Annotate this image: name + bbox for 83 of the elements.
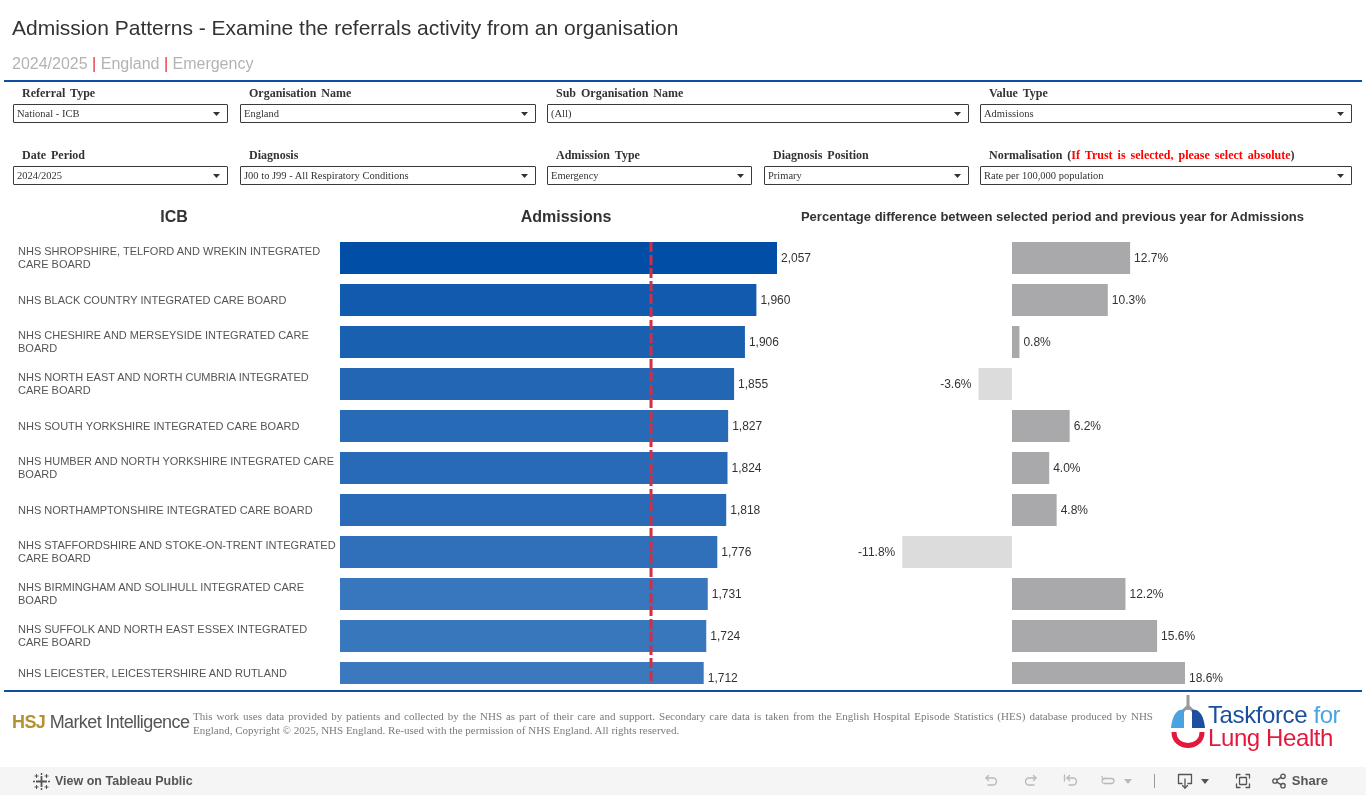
download-icon <box>1176 773 1193 789</box>
share-button[interactable]: Share <box>1262 768 1336 794</box>
value-label: 15.6% <box>1161 629 1196 643</box>
share-icon <box>1270 773 1287 789</box>
bar <box>1012 410 1070 442</box>
bar <box>1012 326 1020 358</box>
caret-icon <box>213 173 220 178</box>
filter-label: Referral Type <box>22 86 96 100</box>
column-header: ICB <box>160 207 188 227</box>
row-label: NHS BLACK COUNTRY INTEGRATED CARE BOARD <box>18 293 287 307</box>
revert-icon <box>1061 773 1078 789</box>
value-label: 1,776 <box>721 545 752 559</box>
value-label: -11.8% <box>858 545 896 559</box>
bar <box>1012 452 1050 484</box>
caret-icon <box>1123 778 1132 784</box>
row-label: NHS LEICESTER, LEICESTERSHIRE AND RUTLAND <box>18 666 287 680</box>
dropdown[interactable]: 2024/2025 <box>13 166 228 185</box>
filter-label: Diagnosis <box>249 148 299 162</box>
disclaimer-text: This work uses data provided by patients and collected by the NHS as part of their care and support. Secondary care data is taken from the English Hospital Episode Statistics (HES) database produced by NHS England, Copyright © 2025, NHS England. Re-used with the permission of NHS England. All rights reserved. <box>193 709 1153 737</box>
filter-label: Admission Type <box>556 148 640 162</box>
filter-label: Normalisation (If Trust is selected, please select absolute) <box>989 148 1295 162</box>
page-title: Admission Patterns - Examine the referrals activity from an organisation <box>12 16 679 40</box>
dropdown[interactable]: Primary <box>764 166 969 185</box>
plus-cluster-icon <box>33 772 50 790</box>
value-label: 1,712 <box>707 671 738 685</box>
row-label: NHS HUMBER AND NORTH YORKSHIRE INTEGRATED CARE BOARD <box>18 455 335 481</box>
value-label: 12.7% <box>1134 251 1169 265</box>
caret-icon <box>521 111 528 116</box>
filter-label: Value Type <box>989 86 1048 100</box>
dropdown[interactable]: National - ICB <box>13 104 228 123</box>
dropdown[interactable]: Emergency <box>547 166 752 185</box>
row-label: NHS SOUTH YORKSHIRE INTEGRATED CARE BOARD <box>18 419 300 433</box>
caret-icon <box>1337 111 1344 116</box>
value-label: 1,731 <box>711 587 742 601</box>
bar <box>1012 494 1057 526</box>
row-label: NHS NORTH EAST AND NORTH CUMBRIA INTEGRATED CARE BOARD <box>18 371 310 397</box>
fullscreen-icon <box>1234 773 1251 789</box>
value-label: 0.8% <box>1023 335 1051 349</box>
value-label: -3.6% <box>940 377 972 391</box>
caret-icon <box>954 173 961 178</box>
value-label: 1,827 <box>732 419 763 433</box>
row-label: NHS NORTHAMPTONSHIRE INTEGRATED CARE BOARD <box>18 503 313 517</box>
value-label: 1,818 <box>730 503 761 517</box>
dropdown[interactable]: England <box>240 104 536 123</box>
dropdown[interactable]: (All) <box>547 104 969 123</box>
view-link[interactable]: View on Tableau Public <box>33 771 193 791</box>
filter-label: Sub Organisation Name <box>556 86 684 100</box>
row-label: NHS CHESHIRE AND MERSEYSIDE INTEGRATED CARE BOARD <box>18 329 310 355</box>
publisher-logo: HSJ Market Intelligence <box>12 711 190 733</box>
row-label: NHS BIRMINGHAM AND SOLIHULL INTEGRATED CARE BOARD <box>18 581 306 607</box>
chart-title: Admissions <box>520 207 612 227</box>
value-label: 1,855 <box>738 377 769 391</box>
partner-logo-text: Taskforce for Lung Health <box>1208 703 1342 749</box>
dropdown[interactable]: Admissions <box>980 104 1352 123</box>
row-label: NHS SUFFOLK AND NORTH EAST ESSEX INTEGRATED CARE BOARD <box>18 623 309 649</box>
caret-icon <box>1337 173 1344 178</box>
filter-summary: 2024/2025 | England | Emergency <box>12 54 254 74</box>
value-label: 1,824 <box>731 461 762 475</box>
value-label: 4.8% <box>1060 503 1088 517</box>
caret-icon <box>1200 778 1209 784</box>
filter-label: Organisation Name <box>249 86 352 100</box>
value-label: 6.2% <box>1073 419 1101 433</box>
row-label: NHS SHROPSHIRE, TELFORD AND WREKIN INTEGRATED CARE BOARD <box>18 245 322 271</box>
bar <box>978 368 1012 400</box>
row-label: NHS STAFFORDSHIRE AND STOKE-ON-TRENT INTEGRATED CARE BOARD <box>18 539 337 565</box>
value-label: 12.2% <box>1129 587 1164 601</box>
value-label: 2,057 <box>781 251 812 265</box>
value-label: 1,724 <box>710 629 741 643</box>
value-label: 10.3% <box>1111 293 1146 307</box>
filter-label: Diagnosis Position <box>773 148 869 162</box>
caret-icon <box>737 173 744 178</box>
caret-icon <box>213 111 220 116</box>
value-label: 18.6% <box>1189 671 1223 685</box>
filter-label: Date Period <box>22 148 85 162</box>
value-label: 1,906 <box>748 335 779 349</box>
chart-title: Percentage difference between selected period and previous year for Admissions <box>800 209 1305 225</box>
dropdown[interactable]: Rate per 100,000 population <box>980 166 1352 185</box>
value-label: 1,960 <box>760 293 791 307</box>
caret-icon <box>954 111 961 116</box>
caret-icon <box>521 173 528 178</box>
lungs-icon <box>1170 695 1206 751</box>
dropdown[interactable]: J00 to J99 - All Respiratory Conditions <box>240 166 536 185</box>
value-label: 4.0% <box>1053 461 1081 475</box>
